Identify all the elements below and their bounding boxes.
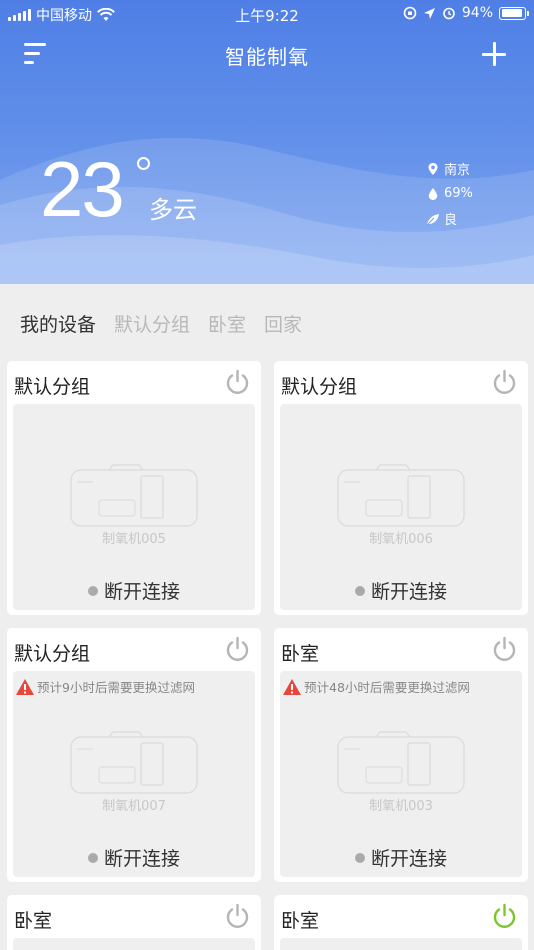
status-bar: 中国移动 上午9:22 94% [0,0,534,28]
device-panel[interactable]: 制氧机006 断开连接 [280,404,522,610]
status-dot [87,585,98,596]
header: 中国移动 上午9:22 94% 智能制氧 23 多云 南京 69% 良 [0,0,534,284]
warning-icon [283,678,301,695]
location-arrow-icon [423,7,435,19]
device-name: 制氧机007 [102,799,166,814]
power-icon[interactable] [224,636,251,663]
oxygen-concentrator-illustration [337,464,465,527]
filter-warning-text: 预计9小时后需要更换过滤网 [37,680,195,695]
device-status: 断开连接 [13,844,255,871]
device-group-label: 默认分组 [14,643,91,665]
air-quality-row: 良 [426,206,473,231]
device-panel[interactable]: 预计48小时后需要更换过滤网 制氧机003 断开连接 [280,671,522,877]
city-row: 南京 [426,156,473,181]
device-status: 断开连接 [280,844,522,871]
device-panel[interactable] [13,938,255,950]
tab-home[interactable]: 回家 [264,310,302,337]
tab-bedroom[interactable]: 卧室 [208,310,246,337]
degree-symbol [137,157,150,170]
filter-warning: 预计48小时后需要更换过滤网 [282,677,470,696]
device-group-label: 卧室 [14,910,53,932]
power-icon[interactable] [224,903,251,930]
filter-warning-text: 预计48小时后需要更换过滤网 [304,680,470,695]
temperature-value: 23 [40,145,125,233]
device-name: 制氧机003 [369,799,433,814]
oxygen-concentrator-illustration [337,731,465,794]
city-name: 南京 [444,163,471,178]
humidity-row: 69% [426,181,473,206]
leaf-icon [426,213,439,225]
water-drop-icon [428,187,438,200]
oxygen-concentrator-illustration [70,731,198,794]
device-panel[interactable]: 制氧机005 断开连接 [13,404,255,610]
device-status-label: 断开连接 [103,848,180,870]
device-group-label: 默认分组 [14,376,91,398]
filter-warning: 预计9小时后需要更换过滤网 [15,677,195,696]
status-dot [87,852,98,863]
device-group-label: 卧室 [281,643,320,665]
device-group-label: 卧室 [281,910,320,932]
status-right: 94% [403,5,529,21]
power-icon[interactable] [491,903,518,930]
device-group-label: 默认分组 [281,376,358,398]
device-card[interactable]: 卧室 [274,895,528,950]
page-title: 智能制氧 [225,45,309,69]
battery-percent: 94% [461,5,493,21]
tab-my-devices[interactable]: 我的设备 [20,310,96,337]
air-quality-value: 良 [444,213,458,228]
group-tabs: 我的设备 默认分组 卧室 回家 [20,310,302,337]
location-pin-icon [428,162,438,175]
battery-fill [501,9,523,17]
humidity-value: 69% [444,186,473,201]
battery-icon [499,6,529,20]
warning-icon [16,678,34,695]
device-card[interactable]: 默认分组 制氧机006 断开连接 [274,361,528,615]
plus-icon[interactable] [482,42,506,66]
weather-condition: 多云 [149,196,197,224]
power-icon[interactable] [224,369,251,396]
status-dot [354,585,365,596]
device-status-label: 断开连接 [370,848,447,870]
device-panel[interactable]: 预计9小时后需要更换过滤网 制氧机007 断开连接 [13,671,255,877]
weather-meta: 南京 69% 良 [426,156,473,231]
device-card[interactable]: 默认分组 制氧机005 断开连接 [7,361,261,615]
power-icon[interactable] [491,369,518,396]
device-card[interactable]: 默认分组 预计9小时后需要更换过滤网 制氧机007 断开连接 [7,628,261,882]
device-status: 断开连接 [280,577,522,604]
status-dot [354,852,365,863]
power-icon[interactable] [491,636,518,663]
orientation-lock-icon [403,6,417,20]
device-name: 制氧机005 [102,532,166,547]
tab-default-group[interactable]: 默认分组 [114,310,190,337]
device-card[interactable]: 卧室 [7,895,261,950]
nav-bar: 智能制氧 [0,28,534,80]
device-status-label: 断开连接 [103,581,180,603]
device-name: 制氧机006 [369,532,433,547]
oxygen-concentrator-illustration [70,464,198,527]
device-card[interactable]: 卧室 预计48小时后需要更换过滤网 制氧机003 断开连接 [274,628,528,882]
device-status: 断开连接 [13,577,255,604]
device-status-label: 断开连接 [370,581,447,603]
device-panel[interactable] [280,938,522,950]
alarm-icon [443,7,455,20]
